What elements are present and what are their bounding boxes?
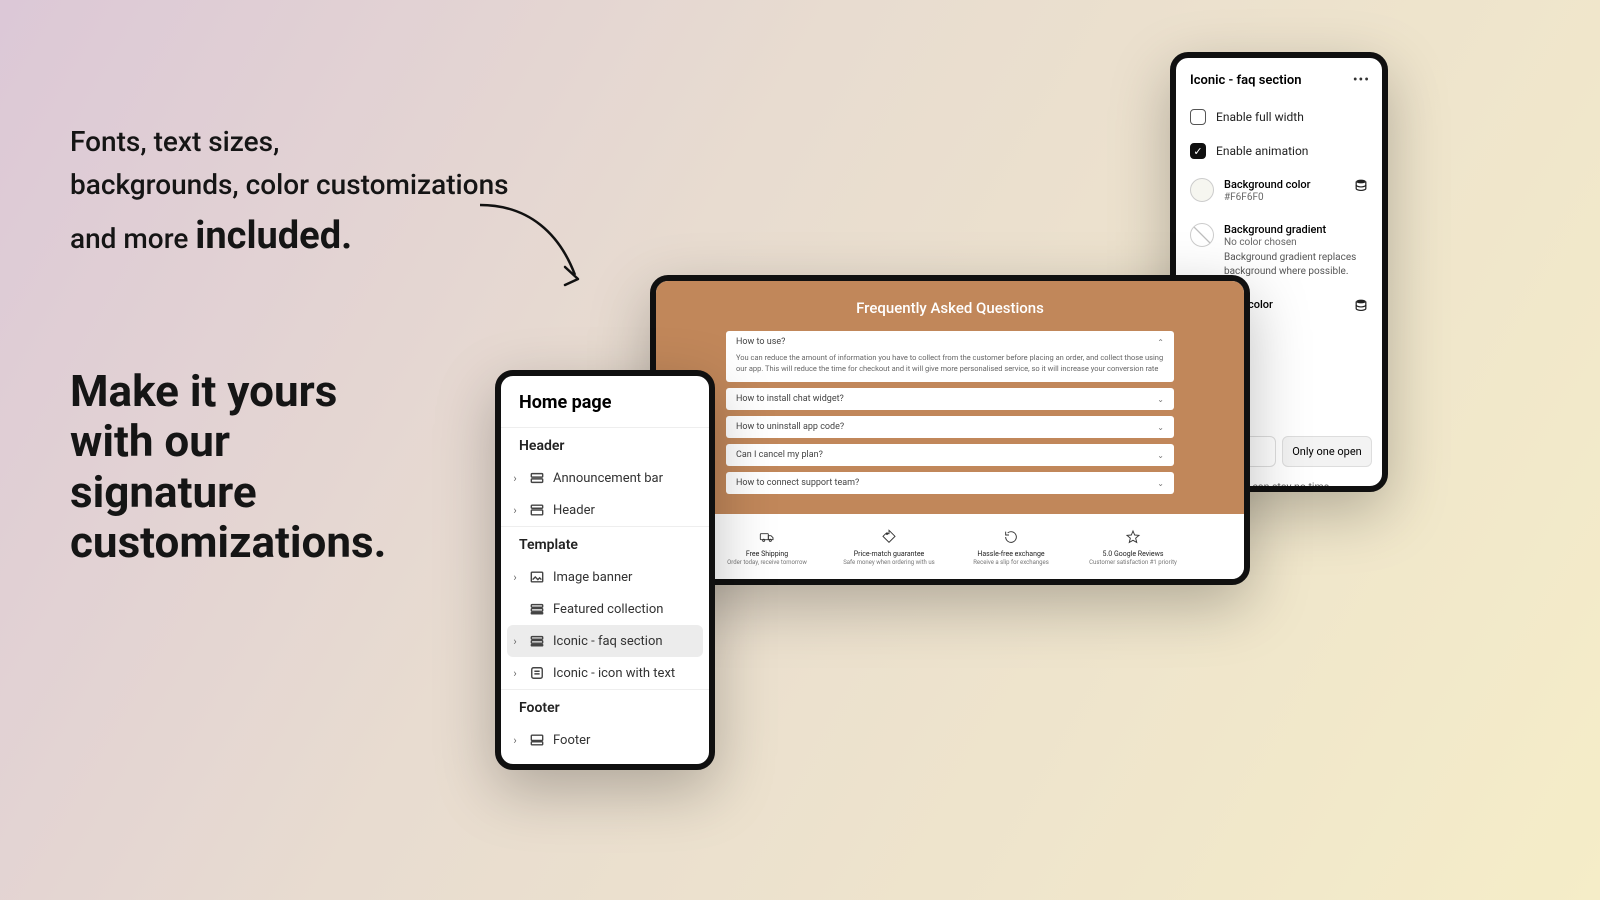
feature-shipping-title: Free Shipping xyxy=(712,550,822,558)
accordion-only-one-button[interactable]: Only one open xyxy=(1282,436,1372,467)
bg-gradient-label: Background gradient xyxy=(1224,223,1368,236)
preview-panel: Frequently Asked Questions How to use? ⌃ … xyxy=(650,275,1250,585)
faq-q2: How to install chat widget? xyxy=(736,394,844,404)
dynamic-source-icon[interactable] xyxy=(1354,298,1368,315)
chevron-right-icon xyxy=(509,603,521,616)
lead-line-1: Fonts, text sizes, xyxy=(70,120,590,163)
image-icon xyxy=(529,569,545,585)
return-icon xyxy=(956,528,1066,546)
feature-reviews-title: 5.0 Google Reviews xyxy=(1078,550,1188,558)
enable-animation-label: Enable animation xyxy=(1216,144,1308,158)
truck-icon xyxy=(712,528,822,546)
app-block-icon xyxy=(529,665,545,681)
feature-return-title: Hassle-free exchange xyxy=(956,550,1066,558)
subscribe-title: Subscribe to our emails xyxy=(656,584,1244,585)
lead-line-3b: included. xyxy=(195,214,352,258)
group-template: Template xyxy=(501,526,709,561)
chevron-right-icon: › xyxy=(509,734,521,747)
faq-section: Frequently Asked Questions How to use? ⌃ … xyxy=(656,281,1244,514)
feature-reviews-sub: Customer satisfaction #1 priority xyxy=(1078,559,1188,566)
chevron-down-icon: ⌄ xyxy=(1157,395,1164,404)
enable-full-width-label: Enable full width xyxy=(1216,110,1304,124)
swatch-bg-color[interactable] xyxy=(1190,178,1214,202)
chevron-right-icon: › xyxy=(509,472,521,485)
sidebar-item-footer[interactable]: › Footer xyxy=(501,724,709,756)
sidebar-item-icon-text[interactable]: › Iconic - icon with text xyxy=(501,657,709,689)
sidebar-label: Iconic - icon with text xyxy=(553,666,675,681)
announcement-icon xyxy=(529,470,545,486)
settings-title: Iconic - faq section xyxy=(1190,73,1302,88)
faq-title: Frequently Asked Questions xyxy=(726,299,1174,317)
swatch-bg-gradient[interactable] xyxy=(1190,223,1214,247)
icon-with-text-row: Free Shipping Order today, receive tomor… xyxy=(656,514,1244,576)
faq-q4: Can I cancel my plan? xyxy=(736,450,823,460)
enable-full-width-row[interactable]: Enable full width xyxy=(1176,100,1382,134)
faq-item-3[interactable]: How to uninstall app code? ⌄ xyxy=(726,416,1174,438)
sidebar-item-header[interactable]: › Header xyxy=(501,494,709,526)
faq-q5: How to connect support team? xyxy=(736,478,859,488)
chevron-right-icon: › xyxy=(509,504,521,517)
bg-color-label: Background color xyxy=(1224,178,1311,191)
lead-line-3a: and more xyxy=(70,222,195,255)
sidebar-label: Announcement bar xyxy=(553,471,663,486)
chevron-down-icon: ⌄ xyxy=(1157,479,1164,488)
chevron-right-icon: › xyxy=(509,571,521,584)
collection-icon xyxy=(529,601,545,617)
checkbox-checked-icon[interactable]: ✓ xyxy=(1190,143,1206,159)
enable-animation-row[interactable]: ✓ Enable animation xyxy=(1176,134,1382,168)
sidebar-label: Footer xyxy=(553,733,590,748)
bg-gradient-note: Background gradient replaces background … xyxy=(1224,251,1368,278)
sidebar-label: Header xyxy=(553,503,595,518)
sidebar-panel: Home page Header › Announcement bar › He… xyxy=(495,370,715,770)
feature-shipping-sub: Order today, receive tomorrow xyxy=(712,559,822,566)
arrow-icon xyxy=(470,195,600,305)
chevron-right-icon: › xyxy=(509,635,521,648)
faq-q1: How to use? xyxy=(736,337,785,347)
sidebar-item-faq[interactable]: › Iconic - faq section xyxy=(507,625,703,657)
page-title: Home page xyxy=(501,376,709,427)
bg-color-value: #F6F6F0 xyxy=(1224,192,1311,203)
faq-item-4[interactable]: Can I cancel my plan? ⌄ xyxy=(726,444,1174,466)
group-footer: Footer xyxy=(501,689,709,724)
sidebar-label: Featured collection xyxy=(553,602,663,617)
footer-icon xyxy=(529,732,545,748)
chevron-down-icon: ⌄ xyxy=(1157,451,1164,460)
feature-price-sub: Safe money when ordering with us xyxy=(834,559,944,566)
feature-return-sub: Receive a slip for exchanges xyxy=(956,559,1066,566)
background-color-row[interactable]: Background color #F6F6F0 xyxy=(1176,168,1382,213)
sidebar-item-announcement[interactable]: › Announcement bar xyxy=(501,462,709,494)
faq-q3: How to uninstall app code? xyxy=(736,422,844,432)
faq-item-5[interactable]: How to connect support team? ⌄ xyxy=(726,472,1174,494)
chevron-up-icon: ⌃ xyxy=(1157,338,1164,347)
feature-price: Price-match guarantee Safe money when or… xyxy=(834,528,944,566)
checkbox-unchecked-icon[interactable] xyxy=(1190,109,1206,125)
faq-a1: You can reduce the amount of information… xyxy=(726,353,1174,382)
sidebar-item-featured[interactable]: Featured collection xyxy=(501,593,709,625)
dynamic-source-icon[interactable] xyxy=(1354,178,1368,195)
section-icon xyxy=(529,633,545,649)
tag-icon xyxy=(834,528,944,546)
feature-return: Hassle-free exchange Receive a slip for … xyxy=(956,528,1066,566)
bg-gradient-value: No color chosen xyxy=(1224,237,1368,248)
chevron-right-icon: › xyxy=(509,667,521,680)
feature-reviews: 5.0 Google Reviews Customer satisfaction… xyxy=(1078,528,1188,566)
sidebar-item-image-banner[interactable]: › Image banner xyxy=(501,561,709,593)
feature-price-title: Price-match guarantee xyxy=(834,550,944,558)
faq-item-2[interactable]: How to install chat widget? ⌄ xyxy=(726,388,1174,410)
feature-shipping: Free Shipping Order today, receive tomor… xyxy=(712,528,822,566)
faq-item-1[interactable]: How to use? ⌃ You can reduce the amount o… xyxy=(726,331,1174,382)
group-header: Header xyxy=(501,427,709,462)
sidebar-label: Iconic - faq section xyxy=(553,634,663,649)
chevron-down-icon: ⌄ xyxy=(1157,423,1164,432)
subscribe-section: Subscribe to our emails Email → xyxy=(656,576,1244,585)
star-icon xyxy=(1078,528,1188,546)
header-icon xyxy=(529,502,545,518)
sidebar-label: Image banner xyxy=(553,570,632,585)
more-icon[interactable]: ••• xyxy=(1353,72,1370,88)
